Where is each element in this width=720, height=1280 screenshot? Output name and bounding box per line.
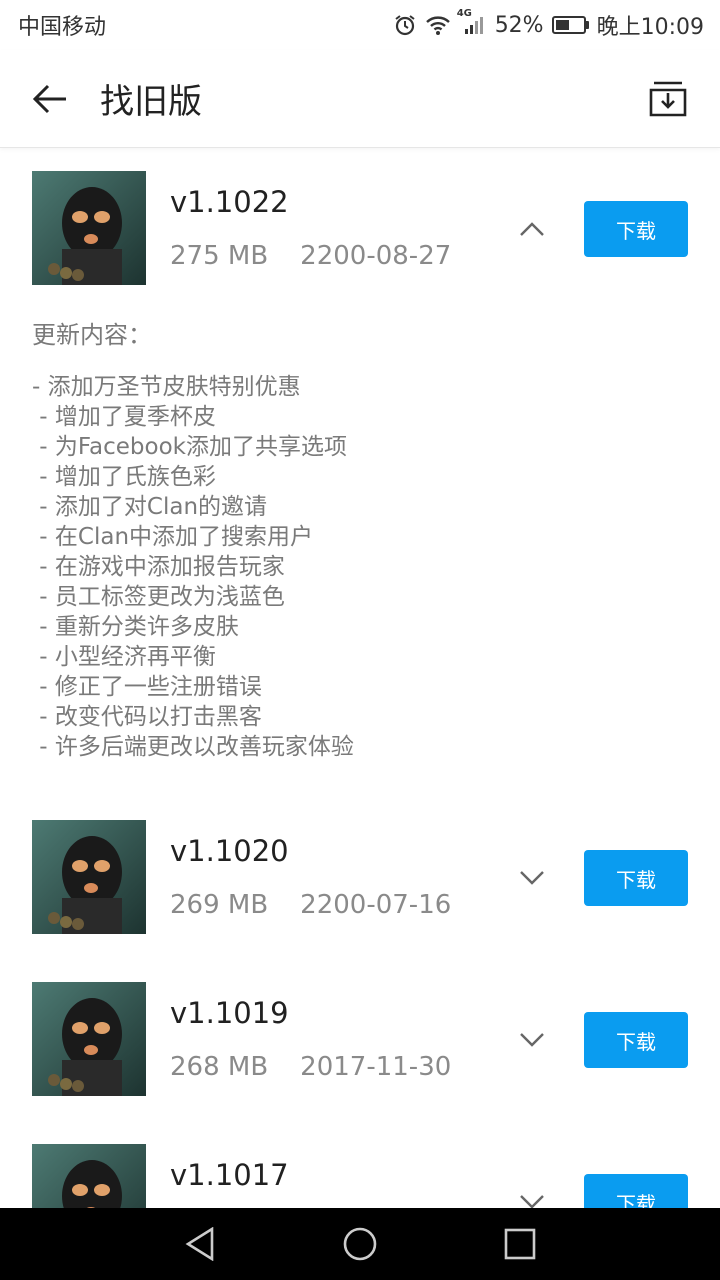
chevron-down-icon — [520, 1033, 544, 1047]
changelog-item: - 为Facebook添加了共享选项 — [32, 434, 347, 460]
carrier-label: 中国移动 — [18, 15, 107, 40]
chevron-down-icon — [520, 1195, 544, 1208]
file-size: 275 MB — [170, 241, 269, 271]
download-button[interactable]: 下载 — [584, 850, 688, 906]
game-icon-art — [32, 1144, 146, 1208]
version-name: v1.1017 — [170, 1158, 289, 1192]
battery-icon — [551, 16, 589, 34]
nav-home-button[interactable] — [320, 1208, 400, 1280]
cellular-signal-icon: 4G — [457, 8, 487, 36]
status-icons: 4G 52% 晚上10:09 — [393, 8, 704, 41]
version-list: v1.1022 275 MB 2200-08-27 下载 更新内容： - 添加万圣… — [0, 149, 720, 1208]
changelog-panel: 更新内容： - 添加万圣节皮肤特别优惠 - 增加了夏季杯皮 - 为Facebook… — [0, 315, 720, 798]
nav-recents-button[interactable] — [480, 1208, 560, 1280]
download-button[interactable]: 下载 — [584, 201, 688, 257]
alarm-icon — [393, 13, 417, 37]
expand-button[interactable] — [510, 856, 554, 900]
triangle-back-icon — [185, 1227, 214, 1261]
version-item[interactable]: v1.1019 268 MB 2017-11-30 下载 — [0, 960, 720, 1122]
changelog-item: - 增加了夏季杯皮 — [32, 404, 216, 430]
changelog-item: - 许多后端更改以改善玩家体验 — [32, 734, 354, 760]
version-meta: 275 MB 2200-08-27 — [170, 241, 451, 271]
changelog-item: - 修正了一些注册错误 — [32, 674, 262, 700]
changelog-item: - 员工标签更改为浅蓝色 — [32, 584, 285, 610]
version-meta: 268 MB 2017-11-30 — [170, 1052, 451, 1082]
game-thumbnail — [32, 982, 146, 1096]
game-icon-art — [32, 982, 146, 1096]
version-meta: 269 MB 2200-07-16 — [170, 890, 451, 920]
changelog-item: - 改变代码以打击黑客 — [32, 704, 262, 730]
download-box-icon — [649, 81, 687, 116]
chevron-down-icon — [520, 871, 544, 885]
nav-back-button[interactable] — [160, 1208, 240, 1280]
release-date: 2017-11-30 — [300, 1052, 452, 1082]
circle-home-icon — [343, 1227, 377, 1261]
expand-button[interactable] — [510, 1018, 554, 1062]
status-bar: 中国移动 4G 52% 晚上10:09 — [0, 0, 720, 50]
expand-button[interactable] — [510, 1180, 554, 1208]
changelog-list: - 添加万圣节皮肤特别优惠 - 增加了夏季杯皮 - 为Facebook添加了共享… — [32, 372, 688, 762]
game-thumbnail — [32, 171, 146, 285]
square-recents-icon — [504, 1228, 536, 1260]
system-nav-bar — [0, 1208, 720, 1280]
collapse-button[interactable] — [510, 207, 554, 251]
arrow-left-icon — [32, 84, 66, 113]
version-name: v1.1022 — [170, 185, 289, 219]
clock: 晚上10:09 — [596, 15, 704, 40]
version-name: v1.1019 — [170, 996, 289, 1030]
changelog-item: - 重新分类许多皮肤 — [32, 614, 239, 640]
app-bar: 找旧版 — [0, 50, 720, 148]
version-item[interactable]: v1.1017 258 MB 2016-04-28 下载 — [0, 1122, 720, 1208]
changelog-item: - 添加了对Clan的邀请 — [32, 494, 268, 520]
file-size: 269 MB — [170, 890, 269, 920]
page-title: 找旧版 — [100, 82, 202, 122]
file-size: 268 MB — [170, 1052, 269, 1082]
game-thumbnail — [32, 820, 146, 934]
battery-percent: 52% — [494, 12, 544, 38]
network-type-label: 4G — [456, 8, 472, 19]
game-icon-art — [32, 171, 146, 285]
version-name: v1.1020 — [170, 834, 289, 868]
release-date: 2200-08-27 — [300, 241, 452, 271]
changelog-item: - 添加万圣节皮肤特别优惠 — [32, 374, 301, 400]
changelog-item: - 增加了氏族色彩 — [32, 464, 216, 490]
wifi-icon — [425, 14, 451, 36]
back-button[interactable] — [0, 50, 100, 148]
download-history-button[interactable] — [628, 50, 708, 148]
version-item[interactable]: v1.1022 275 MB 2200-08-27 下载 — [0, 149, 720, 311]
game-icon-art — [32, 820, 146, 934]
changelog-heading: 更新内容： — [32, 321, 152, 349]
game-thumbnail — [32, 1144, 146, 1208]
download-button[interactable]: 下载 — [584, 1174, 688, 1208]
release-date: 2200-07-16 — [300, 890, 452, 920]
version-item[interactable]: v1.1020 269 MB 2200-07-16 下载 — [0, 798, 720, 960]
changelog-item: - 在Clan中添加了搜索用户 — [32, 524, 314, 550]
download-button[interactable]: 下载 — [584, 1012, 688, 1068]
chevron-up-icon — [520, 222, 544, 236]
changelog-item: - 在游戏中添加报告玩家 — [32, 554, 285, 580]
changelog-item: - 小型经济再平衡 — [32, 644, 216, 670]
